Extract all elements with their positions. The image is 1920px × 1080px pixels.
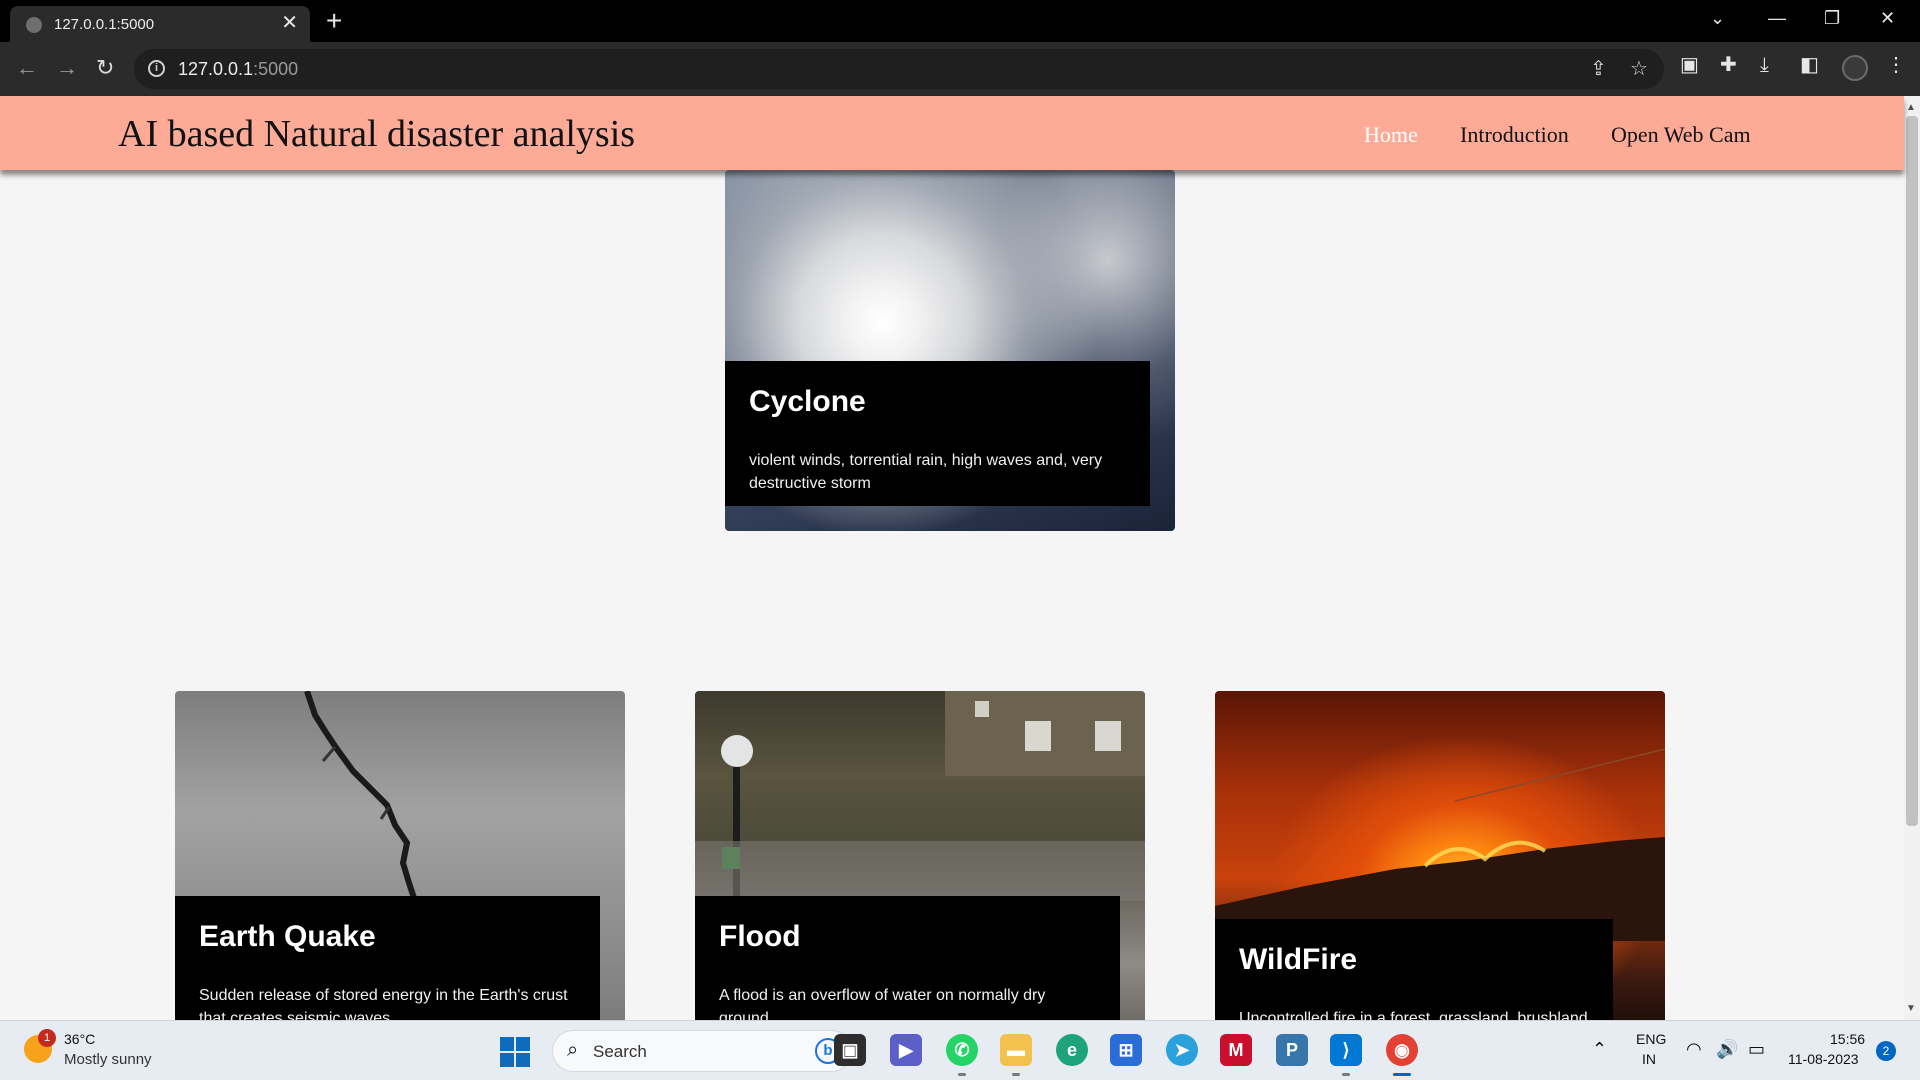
whatsapp-icon[interactable]: ✆ bbox=[946, 1034, 978, 1066]
profile-avatar[interactable] bbox=[1842, 55, 1868, 81]
site-info-icon[interactable]: i bbox=[148, 60, 165, 77]
side-panel-icon[interactable]: ◧ bbox=[1800, 53, 1819, 77]
reload-icon[interactable]: ↻ bbox=[96, 54, 114, 82]
scrollbar-thumb[interactable] bbox=[1906, 116, 1918, 826]
task-view-icon[interactable]: ▣ bbox=[834, 1034, 866, 1066]
disaster-card-earthquake[interactable]: Earth Quake Sudden release of stored ene… bbox=[175, 691, 625, 1031]
menu-kebab-icon[interactable]: ⋮ bbox=[1886, 53, 1906, 77]
nav-link-home[interactable]: Home bbox=[1364, 122, 1418, 148]
volume-icon[interactable]: 🔊 bbox=[1716, 1039, 1738, 1060]
scroll-down-icon[interactable]: ▼ bbox=[1906, 1003, 1916, 1014]
card-title: Earth Quake bbox=[199, 920, 376, 953]
card-description: violent winds, torrential rain, high wav… bbox=[749, 452, 1103, 492]
browser-tab[interactable]: 127.0.0.1:5000 ✕ bbox=[10, 6, 310, 42]
card-caption: Earth Quake Sudden release of stored ene… bbox=[175, 896, 600, 1031]
ground-crack-icon bbox=[304, 691, 418, 901]
nav-link-open-web-cam[interactable]: Open Web Cam bbox=[1611, 122, 1751, 148]
mcafee-icon[interactable]: M bbox=[1220, 1034, 1252, 1066]
active-app-indicator bbox=[1393, 1073, 1411, 1076]
notification-badge[interactable]: 2 bbox=[1876, 1041, 1896, 1061]
extensions-puzzle-icon[interactable]: ✚ bbox=[1720, 53, 1737, 77]
nav-link-introduction[interactable]: Introduction bbox=[1460, 122, 1569, 148]
search-icon: ⌕ bbox=[567, 1039, 579, 1061]
input-region[interactable]: IN bbox=[1642, 1051, 1656, 1067]
disaster-card-cyclone[interactable]: Cyclone violent winds, torrential rain, … bbox=[725, 170, 1175, 531]
new-tab-icon[interactable]: + bbox=[326, 6, 342, 36]
show-hidden-icons-chevron-icon[interactable]: ⌃ bbox=[1592, 1039, 1607, 1060]
minimize-icon[interactable]: — bbox=[1768, 6, 1786, 30]
telegram-icon[interactable]: ➤ bbox=[1166, 1034, 1198, 1066]
weather-alert-badge: 1 bbox=[38, 1029, 56, 1047]
restore-icon[interactable]: ❐ bbox=[1824, 6, 1840, 30]
close-tab-icon[interactable]: ✕ bbox=[281, 12, 298, 34]
wifi-icon[interactable]: ◠ bbox=[1686, 1039, 1702, 1060]
disaster-card-wildfire[interactable]: WildFire Uncontrolled fire in a forest, … bbox=[1215, 691, 1665, 1031]
address-bar[interactable]: i 127.0.0.1:5000 ⇪ ☆ bbox=[134, 49, 1664, 89]
teams-chat-icon[interactable]: ▶ bbox=[890, 1034, 922, 1066]
weather-description: Mostly sunny bbox=[64, 1051, 152, 1068]
share-icon[interactable]: ⇪ bbox=[1590, 57, 1607, 81]
running-indicator bbox=[958, 1073, 966, 1076]
battery-icon[interactable]: ▭ bbox=[1748, 1039, 1765, 1060]
globe-icon bbox=[26, 17, 42, 33]
flood-scene-icon bbox=[695, 691, 1145, 901]
chrome-icon[interactable]: ◉ bbox=[1386, 1034, 1418, 1066]
site-navbar: AI based Natural disaster analysis Home … bbox=[0, 96, 1904, 170]
scroll-up-icon[interactable]: ▲ bbox=[1906, 102, 1916, 113]
file-explorer-icon[interactable]: ▬ bbox=[1000, 1034, 1032, 1066]
browser-tab-strip: 127.0.0.1:5000 ✕ + ⌄ — ❐ ✕ bbox=[0, 0, 1920, 42]
weather-temperature: 36°C bbox=[64, 1031, 96, 1047]
forward-icon[interactable]: → bbox=[56, 54, 78, 82]
clock-date[interactable]: 11-08-2023 bbox=[1788, 1051, 1859, 1067]
windows-start-icon[interactable] bbox=[500, 1037, 530, 1067]
screenshot-extension-icon[interactable]: ▣ bbox=[1680, 53, 1699, 77]
disaster-card-flood[interactable]: Flood A flood is an overflow of water on… bbox=[695, 691, 1145, 1031]
clock-time[interactable]: 15:56 bbox=[1830, 1031, 1865, 1047]
burning-hill-icon bbox=[1215, 748, 1665, 941]
python-file-icon[interactable]: P bbox=[1276, 1034, 1308, 1066]
tab-title: 127.0.0.1:5000 bbox=[54, 16, 155, 33]
browser-toolbar: ← → ↻ i 127.0.0.1:5000 ⇪ ☆ bbox=[0, 42, 1920, 96]
card-title: WildFire bbox=[1239, 943, 1358, 976]
running-indicator bbox=[1342, 1073, 1350, 1076]
tab-search-chevron-icon[interactable]: ⌄ bbox=[1710, 6, 1725, 30]
card-caption: Flood A flood is an overflow of water on… bbox=[695, 896, 1120, 1031]
search-label: Search bbox=[593, 1042, 647, 1061]
back-icon[interactable]: ← bbox=[16, 54, 38, 82]
input-language[interactable]: ENG bbox=[1636, 1031, 1666, 1047]
card-caption: WildFire Uncontrolled fire in a forest, … bbox=[1215, 919, 1613, 1031]
taskbar-search[interactable]: ⌕ Search b bbox=[552, 1030, 852, 1072]
url-text[interactable]: 127.0.0.1:5000 bbox=[178, 59, 298, 80]
vscode-icon[interactable]: ⟩ bbox=[1330, 1034, 1362, 1066]
card-title: Flood bbox=[719, 920, 801, 953]
card-title: Cyclone bbox=[749, 385, 866, 418]
site-title[interactable]: AI based Natural disaster analysis bbox=[118, 112, 635, 156]
windows-taskbar: 1 36°C Mostly sunny ⌕ Search b ▣ ▶ ✆ ▬ e… bbox=[0, 1020, 1920, 1080]
microsoft-store-icon[interactable]: ⊞ bbox=[1110, 1034, 1142, 1066]
window-close-icon[interactable]: ✕ bbox=[1880, 6, 1895, 30]
bookmark-star-icon[interactable]: ☆ bbox=[1630, 57, 1648, 81]
download-icon[interactable]: ⤓ bbox=[1760, 53, 1769, 77]
running-indicator bbox=[1012, 1073, 1020, 1076]
edge-browser-icon[interactable]: e bbox=[1056, 1034, 1088, 1066]
card-caption: Cyclone violent winds, torrential rain, … bbox=[725, 361, 1150, 506]
